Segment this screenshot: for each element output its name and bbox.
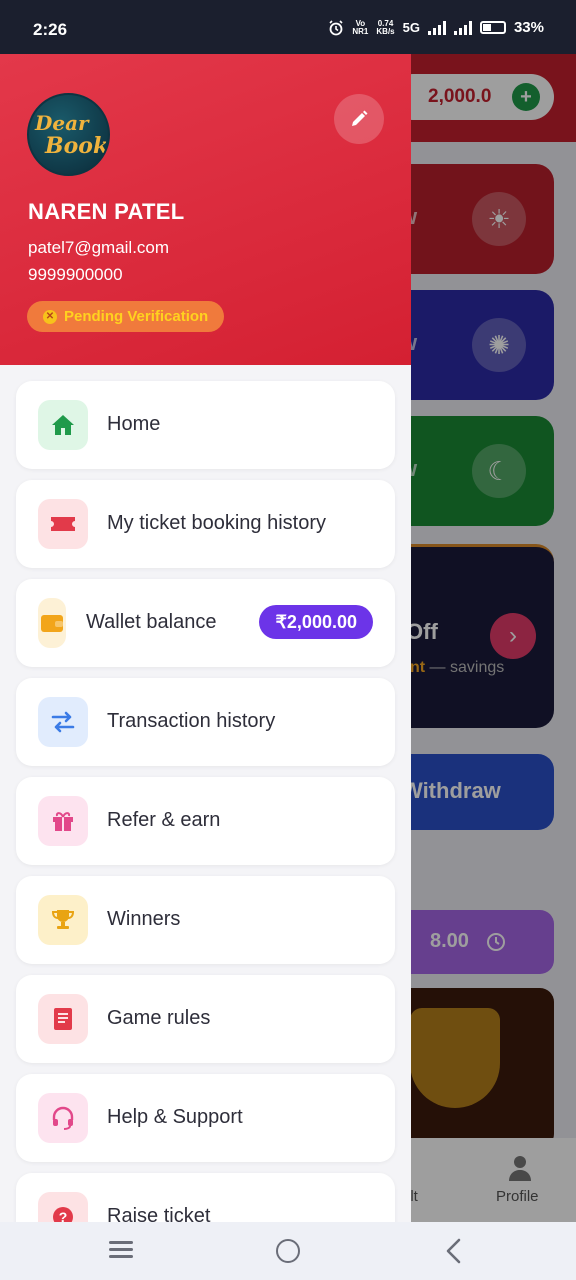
battery-percent: 33%: [513, 19, 544, 36]
volte-icon: Vo NR1: [352, 18, 369, 36]
verification-status-badge: ✕ Pending Verification: [27, 301, 225, 332]
menu-item-game-rules[interactable]: Game rules: [16, 975, 395, 1063]
menu-item-winners[interactable]: Winners: [16, 876, 395, 964]
alarm-icon: [329, 19, 343, 35]
drawer-header: Dear Book NAREN PATEL patel7@gmail.com 9…: [0, 54, 411, 365]
back-icon[interactable]: [444, 1238, 464, 1264]
wallet-icon: [38, 598, 66, 648]
headset-icon: [38, 1093, 88, 1143]
signal-icon-2: [453, 20, 472, 35]
home-icon: [38, 400, 88, 450]
gift-icon: [38, 796, 88, 846]
network-speed: 0.74 KB/s: [376, 18, 395, 36]
status-bar: 2:26 Vo NR1 0.74 KB/s 5G 33%: [0, 0, 576, 54]
user-phone: 9999900000: [28, 265, 123, 284]
menu-item-transaction-history[interactable]: Transaction history: [16, 678, 395, 766]
rulebook-icon: [38, 994, 88, 1044]
navigation-drawer: Dear Book NAREN PATEL patel7@gmail.com 9…: [0, 54, 411, 1222]
status-icons: Vo NR1 0.74 KB/s 5G 33%: [328, 19, 544, 36]
user-email: patel7@gmail.com: [28, 238, 170, 257]
drawer-menu: Home My ticket booking history Wallet ba…: [16, 381, 395, 1222]
swap-arrows-icon: [38, 697, 88, 747]
close-circle-icon: ✕: [43, 309, 57, 324]
battery-icon: [479, 21, 506, 34]
menu-item-refer-earn[interactable]: Refer & earn: [16, 777, 395, 865]
network-type: 5G: [402, 20, 420, 35]
menu-item-wallet-balance[interactable]: Wallet balance ₹2,000.00: [16, 579, 395, 667]
edit-profile-button[interactable]: [334, 94, 384, 144]
wallet-balance-badge: ₹2,000.00: [259, 605, 373, 639]
question-icon: ?: [38, 1192, 88, 1222]
app-logo: Dear Book: [27, 93, 110, 176]
ticket-icon: [38, 499, 88, 549]
svg-text:?: ?: [59, 1209, 68, 1222]
pencil-icon: [352, 110, 368, 126]
trophy-icon: [38, 895, 88, 945]
menu-item-raise-ticket[interactable]: ? Raise ticket: [16, 1173, 395, 1222]
menu-item-home[interactable]: Home: [16, 381, 395, 469]
recent-apps-icon[interactable]: [109, 1241, 133, 1259]
user-name: NAREN PATEL: [28, 199, 185, 224]
system-nav-bar: [0, 1222, 576, 1280]
menu-item-help-support[interactable]: Help & Support: [16, 1074, 395, 1162]
menu-item-ticket-history[interactable]: My ticket booking history: [16, 480, 395, 568]
home-circle-icon[interactable]: [276, 1239, 300, 1263]
signal-icon: [427, 20, 446, 35]
status-time: 2:26: [33, 20, 68, 39]
